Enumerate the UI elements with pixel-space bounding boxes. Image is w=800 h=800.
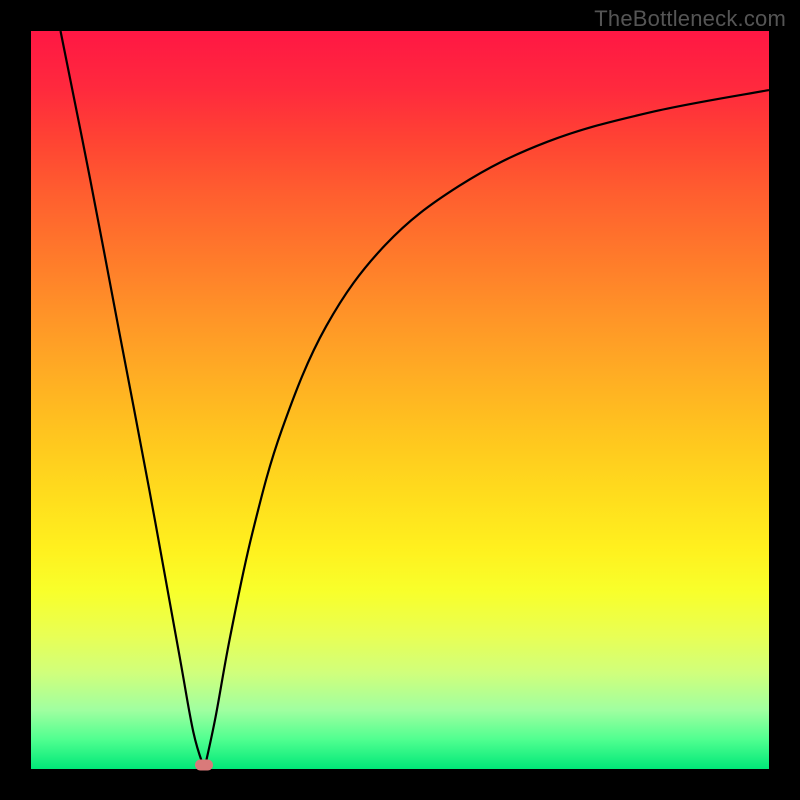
optimal-point-marker [195, 760, 213, 771]
watermark-text: TheBottleneck.com [594, 6, 786, 32]
bottleneck-curve [31, 31, 769, 769]
chart-container: TheBottleneck.com [0, 0, 800, 800]
plot-area [31, 31, 769, 769]
